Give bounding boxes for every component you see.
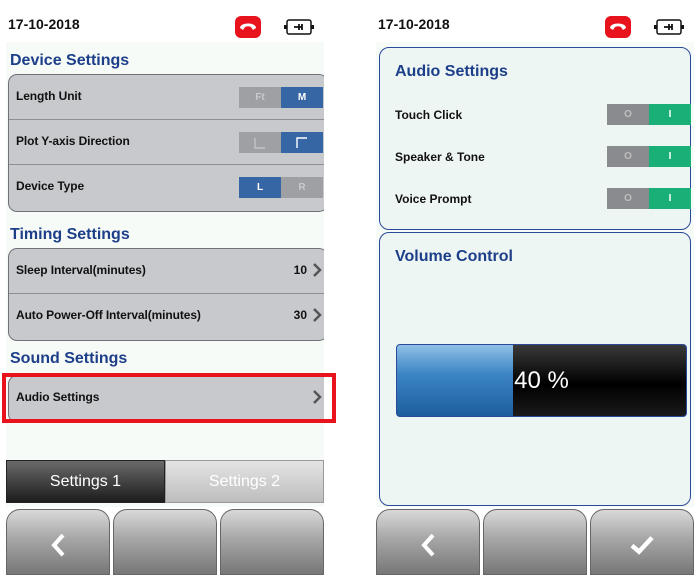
row-sleep-interval[interactable]: Sleep Interval(minutes) 10 [9,249,324,294]
row-label: Length Unit [16,89,82,103]
toggle-option-off[interactable]: O [607,104,649,125]
toggle-option-m[interactable]: M [281,87,323,108]
section-title-device: Device Settings [10,52,130,69]
touch-click-toggle[interactable]: O I [607,104,691,125]
plot-direction-toggle[interactable] [239,132,323,153]
tab-settings-2[interactable]: Settings 2 [165,460,324,503]
length-unit-toggle[interactable]: Ft M [239,87,323,108]
toggle-option-off[interactable]: O [607,188,649,209]
back-button[interactable] [6,509,110,575]
row-device-type: Device Type L R [9,165,324,209]
row-length-unit: Length Unit Ft M [9,75,324,120]
chevron-left-icon [421,533,435,557]
section-title-sound: Sound Settings [10,350,128,367]
panel-title-audio: Audio Settings [395,63,508,80]
confirm-button[interactable] [590,509,694,575]
row-auto-power-off[interactable]: Auto Power-Off Interval(minutes) 30 [9,294,324,338]
row-value: 30 [293,308,307,322]
nav-button-right[interactable] [220,509,324,575]
checkmark-icon [630,536,654,555]
toggle-option-on[interactable]: I [649,146,691,167]
section-title-timing: Timing Settings [10,226,130,243]
row-label: Auto Power-Off Interval(minutes) [16,308,201,322]
toggle-option-r[interactable]: R [281,177,323,198]
back-button[interactable] [376,509,480,575]
speaker-tone-toggle[interactable]: O I [607,146,691,167]
phone-hangup-icon [235,16,261,38]
tab-settings-1[interactable]: Settings 1 [6,460,165,503]
chevron-left-icon [51,533,65,557]
row-label: Plot Y-axis Direction [16,134,130,148]
axis-up-icon[interactable] [239,132,281,153]
toggle-option-l[interactable]: L [239,177,281,198]
voice-prompt-label: Voice Prompt [395,192,472,206]
row-value: 10 [293,263,307,277]
timing-settings-group: Sleep Interval(minutes) 10 Auto Power-Of… [8,248,324,341]
toggle-option-ft[interactable]: Ft [239,87,281,108]
settings-screen: 17-10-2018 Device Settings Length Unit F… [6,0,324,575]
highlight-frame [2,373,336,423]
volume-control-panel: Volume Control 40 % [379,232,691,506]
power-plug-icon [654,19,684,35]
volume-value: 40 % [514,367,569,394]
toggle-option-on[interactable]: I [649,104,691,125]
audio-settings-panel: Audio Settings Touch Click O I Speaker &… [379,47,691,230]
device-type-toggle[interactable]: L R [239,177,323,198]
status-bar: 17-10-2018 [6,0,324,42]
row-label: Sleep Interval(minutes) [16,263,146,277]
chevron-right-icon [313,263,322,277]
settings-tabs: Settings 1 Settings 2 [6,460,324,503]
audio-settings-screen: 17-10-2018 Audio Settings Touch Click O … [376,0,694,575]
bottom-nav [376,507,694,575]
power-plug-icon [284,19,314,35]
device-settings-group: Length Unit Ft M Plot Y-axis Direction D… [8,74,324,212]
row-label: Device Type [16,179,85,193]
nav-button-middle[interactable] [483,509,587,575]
chevron-right-icon [313,308,322,322]
touch-click-label: Touch Click [395,108,463,122]
axis-down-icon[interactable] [281,132,323,153]
status-bar: 17-10-2018 [376,0,694,42]
speaker-tone-label: Speaker & Tone [395,150,485,164]
voice-prompt-toggle[interactable]: O I [607,188,691,209]
toggle-option-off[interactable]: O [607,146,649,167]
date-label: 17-10-2018 [378,16,450,32]
bottom-nav [6,507,324,575]
phone-hangup-icon [605,16,631,38]
nav-button-middle[interactable] [113,509,217,575]
toggle-option-on[interactable]: I [649,188,691,209]
volume-slider[interactable]: 40 % [396,344,687,417]
row-plot-y-axis: Plot Y-axis Direction [9,120,324,165]
date-label: 17-10-2018 [8,16,80,32]
panel-title-volume: Volume Control [395,248,513,265]
